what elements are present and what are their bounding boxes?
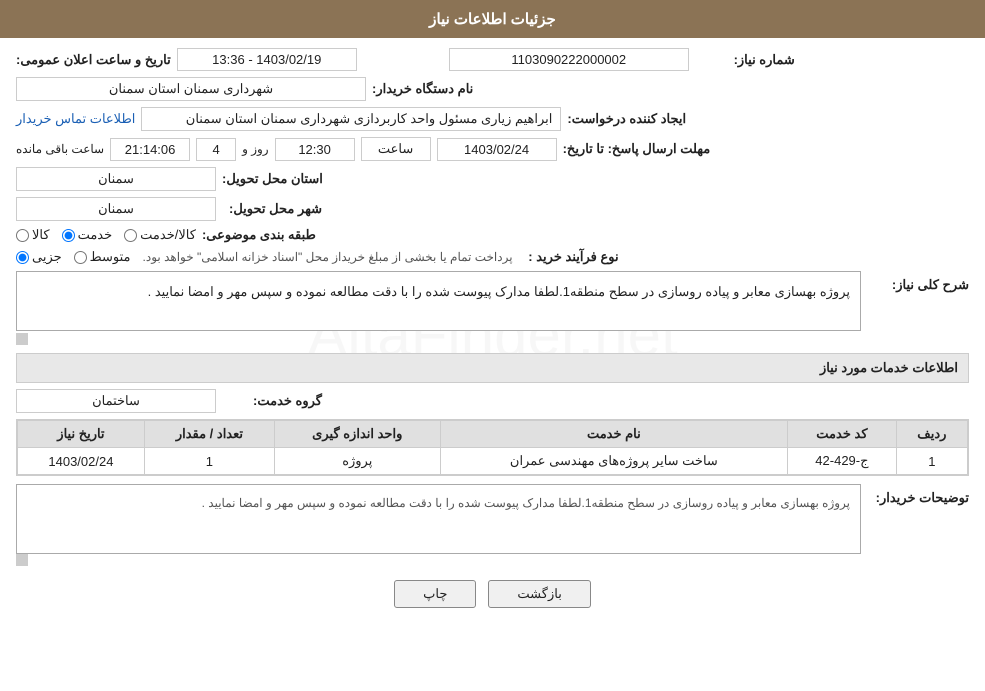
description-text: پروژه بهسازی معابر و پیاده روسازی در سطح…	[148, 284, 850, 299]
description-box: پروژه بهسازی معابر و پیاده روسازی در سطح…	[16, 271, 861, 331]
col-header-code: کد خدمت	[788, 421, 897, 448]
table-cell-0: 1	[896, 448, 967, 475]
province-label: استان محل تحویل:	[222, 171, 323, 187]
buttons-row: بازگشت چاپ	[16, 580, 969, 608]
table-row: 1ج-429-42ساخت سایر پروژه‌های مهندسی عمرا…	[18, 448, 968, 475]
col-header-name: نام خدمت	[440, 421, 788, 448]
category-row: طبقه بندی موضوعی: کالا/خدمت خدمت کالا	[16, 227, 969, 243]
service-group-value: ساختمان	[16, 389, 216, 413]
deadline-label: مهلت ارسال پاسخ: تا تاریخ:	[563, 141, 711, 157]
date-value: 1403/02/19 - 13:36	[177, 48, 357, 71]
creator-row: ایجاد کننده درخواست: ابراهیم زیاری مسئول…	[16, 107, 969, 131]
back-button[interactable]: بازگشت	[488, 580, 590, 608]
buyer-desc-label: توضیحات خریدار:	[869, 484, 969, 506]
service-group-label: گروه خدمت:	[222, 393, 322, 409]
deadline-time-value: 12:30	[275, 138, 355, 161]
province-row: استان محل تحویل: سمنان	[16, 167, 969, 191]
category-radio-khedmat[interactable]: خدمت	[62, 227, 113, 243]
table-cell-4: 1	[144, 448, 274, 475]
request-number-value: 1103090222000002	[449, 48, 689, 71]
buyer-desc-text: پروژه بهسازی معابر و پیاده روسازی در سطح…	[202, 496, 850, 510]
deadline-date: 1403/02/24	[437, 138, 557, 161]
purchase-radio-jozei[interactable]: جزیی	[16, 249, 62, 265]
category-radio-khedmat-input[interactable]	[62, 229, 75, 242]
buyer-desc-box: پروژه بهسازی معابر و پیاده روسازی در سطح…	[16, 484, 861, 554]
deadline-day-value: 4	[196, 138, 236, 161]
category-radio-kala-khedmat-input[interactable]	[124, 229, 137, 242]
requester-org-value: شهرداری سمنان استان سمنان	[16, 77, 366, 101]
purchase-radio-jozei-label: جزیی	[32, 249, 62, 265]
col-header-date: تاریخ نیاز	[18, 421, 145, 448]
purchase-radio-jozei-input[interactable]	[16, 251, 29, 264]
description-label: شرح کلی نیاز:	[869, 271, 969, 293]
buyer-resize-handle[interactable]	[16, 554, 28, 566]
service-group-row: گروه خدمت: ساختمان	[16, 389, 969, 413]
purchase-note: پرداخت تمام یا بخشی از مبلغ خریداز محل "…	[143, 250, 513, 264]
purchase-type-row: نوع فرآیند خرید : پرداخت تمام یا بخشی از…	[16, 249, 969, 265]
purchase-type-label: نوع فرآیند خرید :	[519, 249, 619, 265]
creator-value: ابراهیم زیاری مسئول واحد کاربردازی شهردا…	[141, 107, 561, 131]
category-radio-khedmat-label: خدمت	[78, 227, 113, 243]
category-radio-kala-khedmat[interactable]: کالا/خدمت	[124, 227, 196, 243]
purchase-radio-motawaset[interactable]: متوسط	[74, 249, 131, 265]
city-value: سمنان	[16, 197, 216, 221]
category-label: طبقه بندی موضوعی:	[202, 227, 316, 243]
deadline-row: مهلت ارسال پاسخ: تا تاریخ: 1403/02/24 سا…	[16, 137, 969, 161]
request-number-label: شماره نیاز:	[695, 52, 795, 68]
col-header-unit: واحد اندازه گیری	[274, 421, 440, 448]
services-table: ردیف کد خدمت نام خدمت واحد اندازه گیری ت…	[17, 420, 968, 475]
deadline-day-label: روز و	[242, 142, 269, 156]
request-number-row: شماره نیاز: 1103090222000002 1403/02/19 …	[16, 48, 969, 71]
creator-label: ایجاد کننده درخواست:	[567, 111, 686, 127]
services-section-title: اطلاعات خدمات مورد نیاز	[16, 353, 969, 383]
table-cell-3: پروژه	[274, 448, 440, 475]
requester-org-row: نام دستگاه خریدار: شهرداری سمنان استان س…	[16, 77, 969, 101]
category-radio-kala-input[interactable]	[16, 229, 29, 242]
date-label: تاریخ و ساعت اعلان عمومی:	[16, 52, 171, 68]
resize-handle[interactable]	[16, 333, 28, 345]
deadline-remaining-label: ساعت باقی مانده	[16, 142, 104, 156]
table-cell-1: ج-429-42	[788, 448, 897, 475]
contact-link[interactable]: اطلاعات تماس خریدار	[16, 111, 135, 127]
print-button[interactable]: چاپ	[394, 580, 476, 608]
requester-org-label: نام دستگاه خریدار:	[372, 81, 473, 97]
buyer-desc-section: توضیحات خریدار: پروژه بهسازی معابر و پیا…	[16, 484, 969, 566]
col-header-count: تعداد / مقدار	[144, 421, 274, 448]
category-radio-group: کالا/خدمت خدمت کالا	[16, 227, 196, 243]
services-table-container: ردیف کد خدمت نام خدمت واحد اندازه گیری ت…	[16, 419, 969, 476]
city-label: شهر محل تحویل:	[222, 201, 322, 217]
purchase-radio-motawaset-label: متوسط	[90, 249, 131, 265]
city-row: شهر محل تحویل: سمنان	[16, 197, 969, 221]
page-title: جزئیات اطلاعات نیاز	[429, 11, 556, 28]
purchase-radio-motawaset-input[interactable]	[74, 251, 87, 264]
province-value: سمنان	[16, 167, 216, 191]
page-header: جزئیات اطلاعات نیاز	[0, 0, 985, 38]
deadline-time-label: ساعت	[361, 137, 431, 161]
table-cell-2: ساخت سایر پروژه‌های مهندسی عمران	[440, 448, 788, 475]
table-cell-5: 1403/02/24	[18, 448, 145, 475]
category-radio-kala-label: کالا	[32, 227, 50, 243]
col-header-row: ردیف	[896, 421, 967, 448]
deadline-remaining-value: 21:14:06	[110, 138, 190, 161]
category-radio-kala[interactable]: کالا	[16, 227, 50, 243]
category-radio-kala-khedmat-label: کالا/خدمت	[140, 227, 196, 243]
purchase-radio-group: پرداخت تمام یا بخشی از مبلغ خریداز محل "…	[16, 249, 513, 265]
